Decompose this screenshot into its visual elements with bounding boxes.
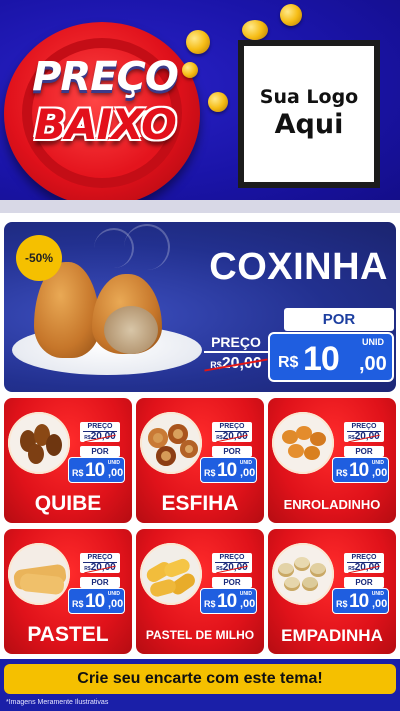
old-price: PREÇO R$20,00 <box>80 422 120 442</box>
coin-icon <box>186 30 210 54</box>
product-card-quibe: PREÇO R$20,00 POR UNID R$ 10 ,00 QUIBE <box>4 398 132 523</box>
por-label: POR <box>344 446 384 457</box>
hero-old-price: PREÇO R$20,00 <box>204 334 268 373</box>
product-card-esfiha: PREÇO R$20,00 POR UNID R$ 10 ,00 ESFIHA <box>136 398 264 523</box>
product-card-pastel: PREÇO R$20,00 POR UNID R$ 10 ,00 PASTEL <box>4 529 132 654</box>
product-name: ESFIHA <box>161 492 239 515</box>
old-price: PREÇO R$20,00 <box>80 553 120 573</box>
hero-card: -50% COXINHA PREÇO R$20,00 POR UNID R$ 1… <box>4 222 396 392</box>
por-label: POR <box>80 577 120 588</box>
coxinha-filling <box>104 306 158 354</box>
new-price: UNID R$ 10 ,00 <box>200 457 257 483</box>
empadinha-image <box>272 543 334 605</box>
unit-label: UNID <box>362 337 384 347</box>
por-label: POR <box>212 577 252 588</box>
product-card-pastel-de-milho: PREÇO R$20,00 POR UNID R$ 10 ,00 PASTEL … <box>136 529 264 654</box>
product-name: QUIBE <box>34 492 102 515</box>
flyer: PREÇO BAIXO Sua Logo Aqui -50% COXINHA P… <box>0 0 400 711</box>
old-price: PREÇO R$20,00 <box>344 422 384 442</box>
enroladinho-image <box>272 412 334 474</box>
product-name: EMPADINHA <box>281 626 383 645</box>
old-price: PREÇO R$20,00 <box>212 553 252 573</box>
old-price-value: R$20,00 <box>204 355 268 373</box>
product-name: PASTEL <box>27 623 109 646</box>
steam-decoration <box>124 224 170 270</box>
coin-icon <box>242 20 268 40</box>
new-price: UNID R$ 10 ,00 <box>332 588 389 614</box>
header-divider <box>0 200 400 213</box>
esfiha-image <box>140 412 202 474</box>
pastel-de-milho-image <box>140 543 202 605</box>
new-price: UNID R$ 10 ,00 <box>68 588 125 614</box>
product-name: PASTEL DE MILHO <box>145 628 255 642</box>
old-price: PREÇO R$20,00 <box>212 422 252 442</box>
new-price: UNID R$ 10 ,00 <box>200 588 257 614</box>
disclaimer: *Imagens Meramente Ilustrativas <box>6 699 109 706</box>
por-label: POR <box>80 446 120 457</box>
quibe-image <box>8 412 70 474</box>
header: PREÇO BAIXO Sua Logo Aqui <box>0 0 400 213</box>
logo-text-line1: Sua Logo <box>259 86 359 109</box>
por-label: POR <box>284 308 394 331</box>
new-price: UNID R$ 10 ,00 <box>332 457 389 483</box>
por-label: POR <box>212 446 252 457</box>
product-card-enroladinho: PREÇO R$20,00 POR UNID R$ 10 ,00 ENROLAD… <box>268 398 396 523</box>
logo-placeholder: Sua Logo Aqui <box>238 40 380 188</box>
cta-banner[interactable]: Crie seu encarte com este tema! <box>4 664 396 694</box>
hero-new-price: UNID R$ 10 ,00 <box>268 332 394 382</box>
currency-symbol: R$ <box>278 354 299 371</box>
product-name: ENROLADINHO <box>283 497 381 512</box>
old-price: PREÇO R$20,00 <box>344 553 384 573</box>
price-integer: 10 <box>303 340 340 378</box>
brand-title-bottom: BAIXO <box>34 100 177 149</box>
pastel-image <box>8 543 70 605</box>
coin-icon <box>182 62 198 78</box>
logo-text-line2: Aqui <box>274 109 344 141</box>
new-price: UNID R$ 10 ,00 <box>68 457 125 483</box>
coin-icon <box>208 92 228 112</box>
brand-title-top: PREÇO <box>32 54 179 100</box>
coin-icon <box>280 4 302 26</box>
price-cents: ,00 <box>359 353 387 375</box>
por-label: POR <box>344 577 384 588</box>
old-price-label: PREÇO <box>204 334 268 353</box>
product-card-empadinha: PREÇO R$20,00 POR UNID R$ 10 ,00 EMPADIN… <box>268 529 396 654</box>
hero-product-title: COXINHA <box>209 246 388 288</box>
discount-badge: -50% <box>16 235 62 281</box>
